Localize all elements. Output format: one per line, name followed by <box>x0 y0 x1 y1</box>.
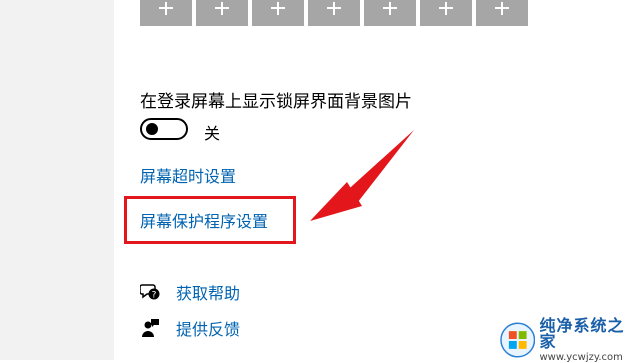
show-background-on-signin-label: 在登录屏幕上显示锁屏界面背景图片 <box>140 92 412 112</box>
toggle-knob <box>146 123 158 135</box>
watermark-title: 纯净系统之家 <box>539 315 625 351</box>
get-help-label: 获取帮助 <box>176 284 241 303</box>
add-app-tile-6[interactable] <box>420 0 472 26</box>
site-watermark: 纯净系统之家 www.ycwjzy.com <box>500 315 640 363</box>
left-panel <box>0 0 114 360</box>
add-app-tile-4[interactable] <box>308 0 360 26</box>
svg-text:?: ? <box>152 291 157 301</box>
add-app-tile-1[interactable] <box>140 0 192 26</box>
give-feedback-link[interactable]: 提供反馈 <box>140 316 240 340</box>
get-help-link[interactable]: ? 获取帮助 <box>140 280 240 304</box>
screen-timeout-settings-link[interactable]: 屏幕超时设置 <box>140 163 236 187</box>
watermark-url: www.ycwjzy.com <box>539 351 623 363</box>
show-background-toggle[interactable] <box>140 118 188 140</box>
give-feedback-label: 提供反馈 <box>176 320 241 339</box>
help-chat-icon: ? <box>140 284 160 301</box>
add-app-tile-5[interactable] <box>364 0 416 26</box>
annotation-highlight-box <box>124 196 296 244</box>
add-app-tile-3[interactable] <box>252 0 304 26</box>
windows-logo-icon <box>500 322 536 358</box>
add-app-tile-2[interactable] <box>196 0 248 26</box>
quick-status-tiles <box>140 0 528 26</box>
add-app-tile-7[interactable] <box>476 0 528 26</box>
toggle-state-label: 关 <box>204 124 221 143</box>
feedback-person-icon <box>142 319 159 337</box>
